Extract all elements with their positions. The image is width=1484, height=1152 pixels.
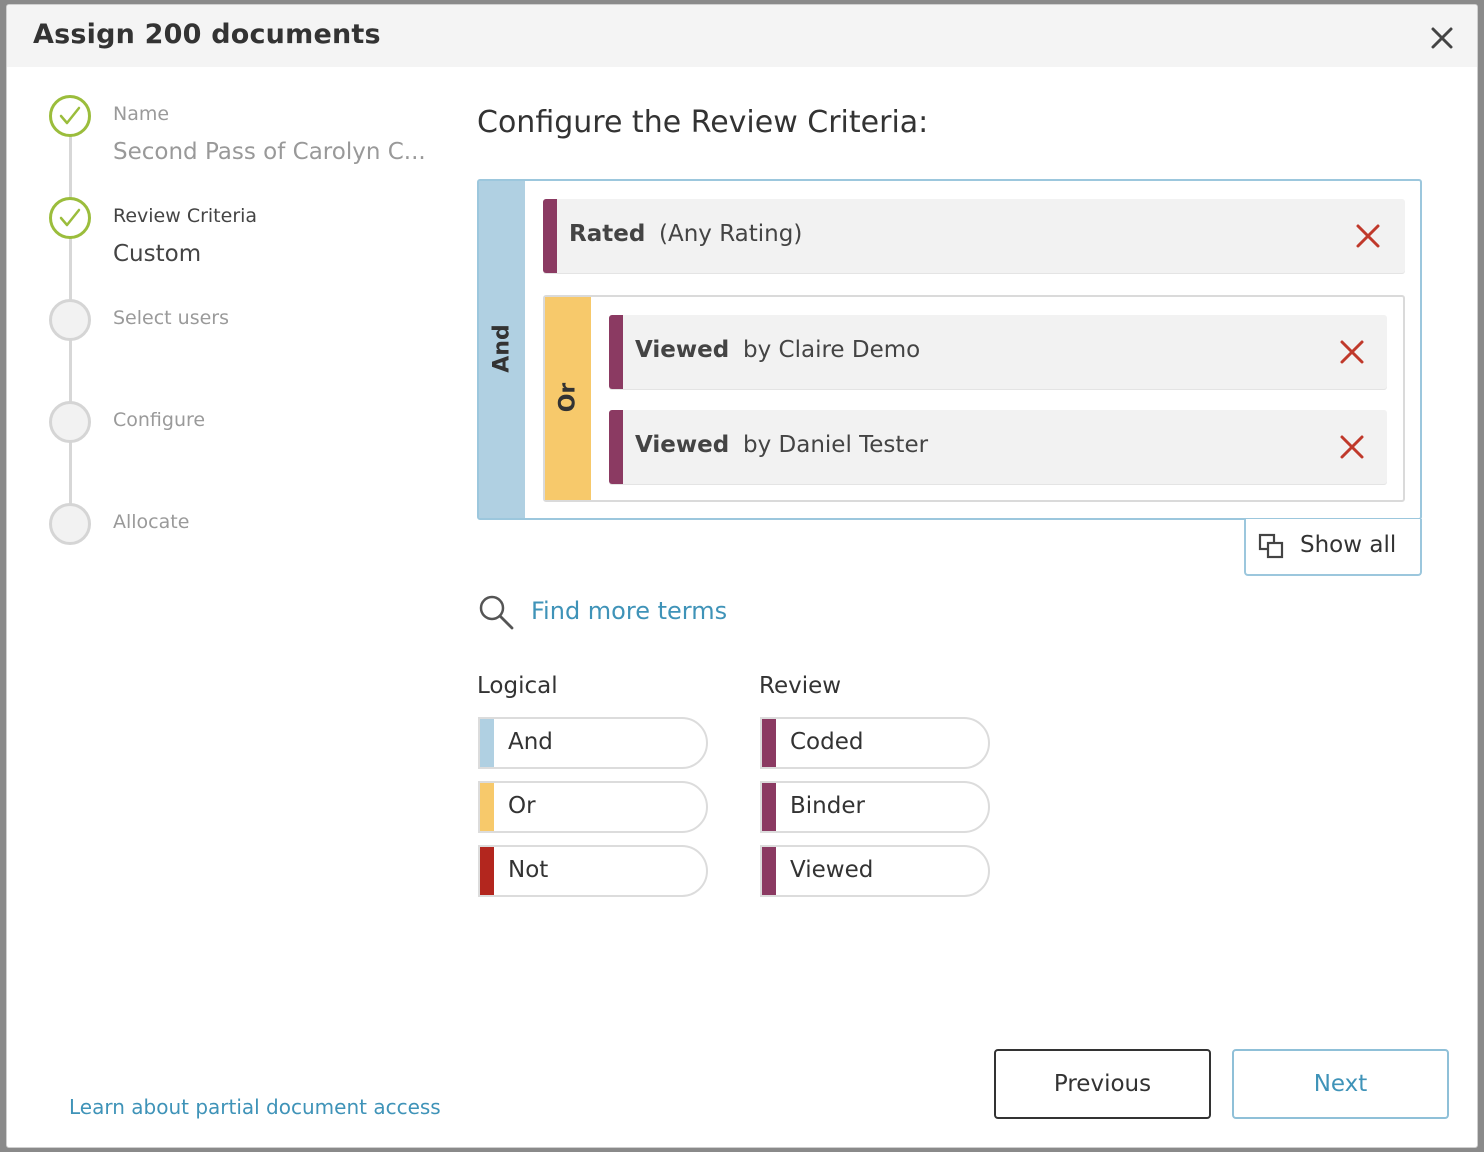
step-value: Custom <box>113 241 202 267</box>
palette-chip-or[interactable]: Or <box>478 781 708 833</box>
chip-color-tab <box>480 719 494 767</box>
step-label: Name <box>113 103 170 125</box>
term-color-tab <box>609 410 623 484</box>
palette-chip-and[interactable]: And <box>478 717 708 769</box>
chip-color-tab <box>762 783 776 831</box>
step-pending-circle <box>49 401 91 443</box>
operator-label: Or <box>555 382 581 413</box>
chip-label: Or <box>508 793 536 819</box>
search-icon <box>479 595 514 630</box>
remove-icon[interactable] <box>1339 434 1365 460</box>
step-pending-circle <box>49 503 91 545</box>
term-name: Viewed <box>635 432 730 458</box>
step-value: Second Pass of Carolyn C... <box>113 139 426 165</box>
chip-label: Not <box>508 857 549 883</box>
term-detail: by Daniel Tester <box>743 432 929 458</box>
criteria-term-viewed[interactable]: Viewed by Claire Demo <box>609 315 1387 389</box>
or-group: Or Viewed by Claire Demo Viewed by Danie… <box>543 295 1405 502</box>
palette-chip-binder[interactable]: Binder <box>760 781 990 833</box>
chip-label: And <box>508 729 553 755</box>
dialog-header: Assign 200 documents <box>7 5 1477 67</box>
or-operator-bar[interactable]: Or <box>545 297 591 500</box>
and-operator-bar[interactable]: And <box>479 181 525 518</box>
term-name: Viewed <box>635 337 730 363</box>
chip-label: Binder <box>790 793 865 819</box>
step-label: Select users <box>113 307 229 329</box>
term-color-tab <box>543 199 557 273</box>
remove-icon[interactable] <box>1355 223 1381 249</box>
chip-label: Coded <box>790 729 864 755</box>
criteria-term-rated[interactable]: Rated (Any Rating) <box>543 199 1405 273</box>
palette-chip-coded[interactable]: Coded <box>760 717 990 769</box>
term-detail: (Any Rating) <box>659 221 803 247</box>
next-button[interactable]: Next <box>1232 1049 1449 1119</box>
chip-color-tab <box>480 847 494 895</box>
assign-dialog: Assign 200 documents Name Second Pass of… <box>6 4 1478 1148</box>
learn-partial-access-link[interactable]: Learn about partial document access <box>69 1095 441 1119</box>
dialog-title: Assign 200 documents <box>33 19 381 50</box>
palette-chip-viewed[interactable]: Viewed <box>760 845 990 897</box>
criteria-term-viewed[interactable]: Viewed by Daniel Tester <box>609 410 1387 484</box>
step-label: Configure <box>113 409 206 431</box>
chip-color-tab <box>762 719 776 767</box>
remove-icon[interactable] <box>1339 339 1365 365</box>
show-all-button[interactable]: Show all <box>1244 519 1422 576</box>
step-label: Review Criteria <box>113 205 258 227</box>
close-icon[interactable] <box>1427 23 1457 53</box>
term-name: Rated <box>569 221 646 247</box>
chip-color-tab <box>480 783 494 831</box>
page-title: Configure the Review Criteria: <box>477 105 929 140</box>
step-complete-circle <box>49 197 91 239</box>
criteria-builder: And Rated (Any Rating) Or Viewed by Clai… <box>477 179 1422 520</box>
checkmark-icon <box>59 208 81 227</box>
step-label: Allocate <box>113 511 190 533</box>
checkmark-icon <box>59 106 81 125</box>
term-color-tab <box>609 315 623 389</box>
wizard-stepper: Name Second Pass of Carolyn C... Review … <box>7 67 447 587</box>
term-detail: by Claire Demo <box>743 337 921 363</box>
review-heading: Review <box>759 673 842 699</box>
logical-heading: Logical <box>477 673 558 699</box>
show-all-label: Show all <box>1300 532 1397 558</box>
previous-button[interactable]: Previous <box>994 1049 1211 1119</box>
chip-color-tab <box>762 847 776 895</box>
chip-label: Viewed <box>790 857 874 883</box>
expand-copy-icon <box>1258 533 1284 559</box>
operator-label: And <box>489 324 515 373</box>
find-more-label: Find more terms <box>531 597 728 625</box>
step-complete-circle <box>49 95 91 137</box>
step-pending-circle <box>49 299 91 341</box>
palette-chip-not[interactable]: Not <box>478 845 708 897</box>
